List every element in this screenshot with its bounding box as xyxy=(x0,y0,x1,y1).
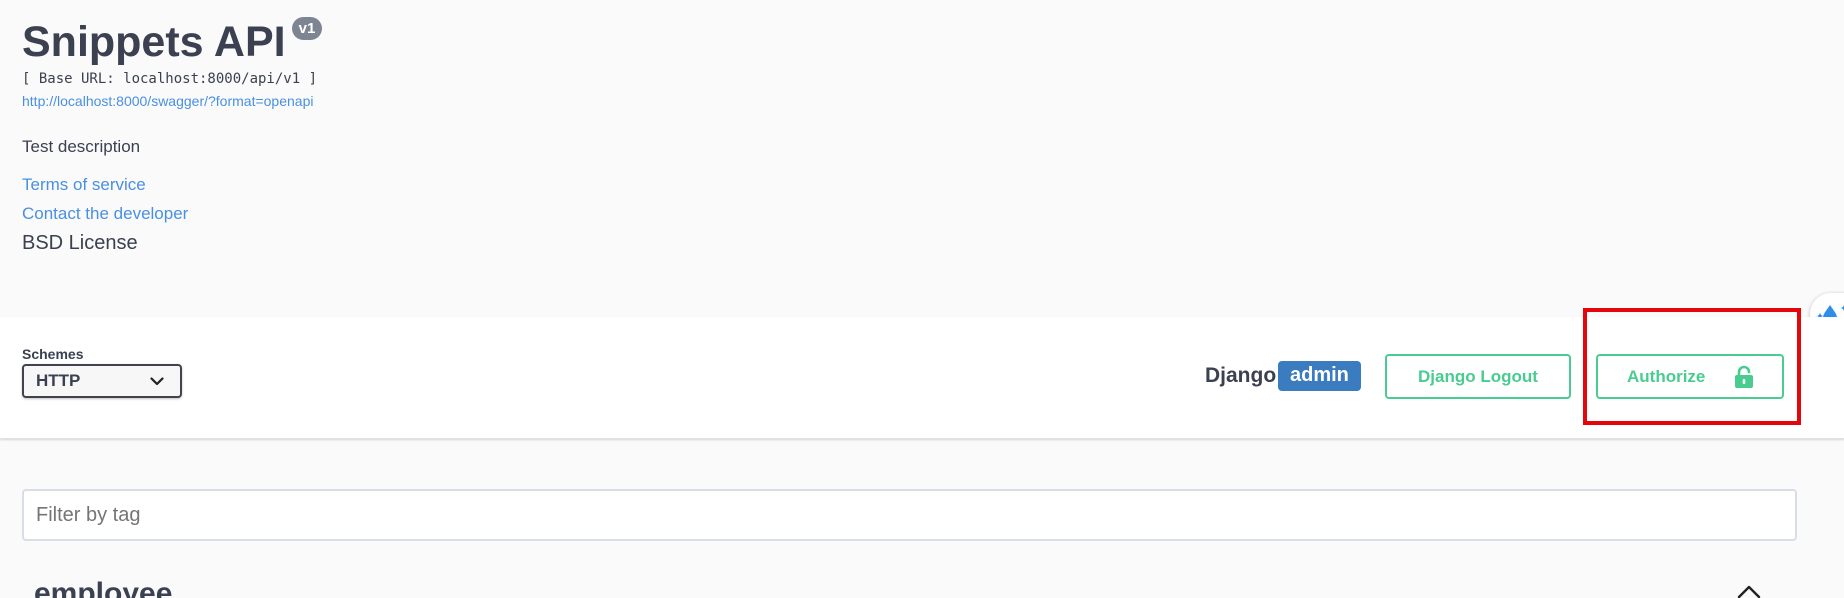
scheme-container: Schemes HTTP Django admin Django Logout … xyxy=(0,317,1844,439)
swagger-page: Snippets API v1 [ Base URL: localhost:80… xyxy=(0,0,1844,598)
base-url: [ Base URL: localhost:8000/api/v1 ] xyxy=(22,71,318,87)
filter-by-tag-input[interactable] xyxy=(22,489,1797,541)
version-badge: v1 xyxy=(291,17,323,40)
admin-user-badge: admin xyxy=(1278,361,1361,391)
schemes-selected-value: HTTP xyxy=(36,371,81,390)
contact-developer-link[interactable]: Contact the developer xyxy=(22,203,1022,225)
django-logout-button[interactable]: Django Logout xyxy=(1385,354,1571,399)
api-description: Test description xyxy=(22,137,141,156)
schemes-label: Schemes xyxy=(22,346,84,362)
django-user-label: Django xyxy=(1205,364,1277,387)
django-logout-label: Django Logout xyxy=(1418,366,1538,386)
authorize-highlight-box xyxy=(1583,308,1801,425)
chevron-down-icon xyxy=(150,376,164,385)
tag-heading-employee[interactable]: employee xyxy=(34,577,172,598)
terms-of-service-link[interactable]: Terms of service xyxy=(22,174,1022,196)
api-info: Snippets API v1 [ Base URL: localhost:80… xyxy=(22,14,1022,255)
api-title: Snippets API xyxy=(22,18,286,66)
chevron-up-icon[interactable] xyxy=(1737,585,1761,598)
spec-url-link[interactable]: http://localhost:8000/swagger/?format=op… xyxy=(22,92,1022,110)
title-row: Snippets API v1 xyxy=(22,14,1022,70)
license-label: BSD License xyxy=(22,232,138,254)
schemes-select[interactable]: HTTP xyxy=(22,364,182,398)
